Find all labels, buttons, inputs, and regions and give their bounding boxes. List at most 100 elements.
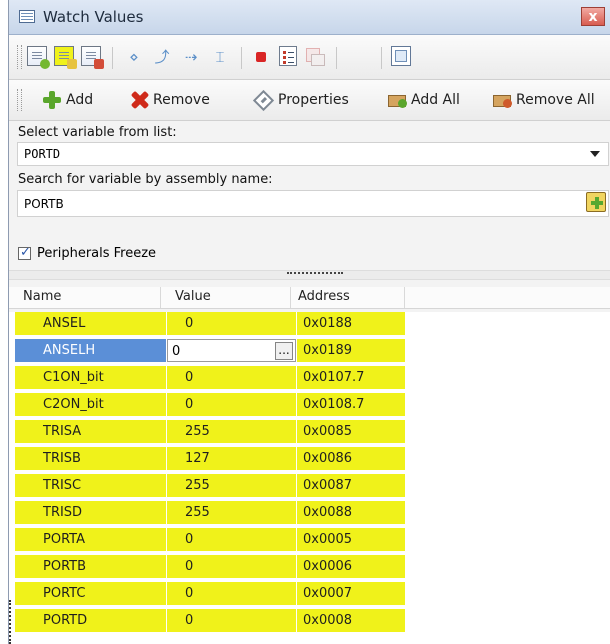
toolbar-separator [112, 47, 113, 69]
panel-icon[interactable] [391, 46, 411, 66]
value-cell[interactable]: 0 [167, 582, 296, 605]
name-cell[interactable]: C2ON_bit [15, 393, 166, 416]
search-variable-input[interactable]: PORTB [17, 190, 609, 217]
value-cell[interactable]: 255 [167, 501, 296, 524]
value-editor-ellipsis-button[interactable]: ... [275, 342, 293, 360]
name-cell[interactable]: TRISA [15, 420, 166, 443]
resize-grip-icon[interactable] [9, 600, 13, 644]
value-editor-text[interactable]: 0 [172, 344, 180, 359]
toolbar-grip[interactable] [17, 45, 22, 69]
run-to-cursor-icon[interactable]: ⇢ [179, 47, 203, 67]
table-row[interactable]: TRISC 255 0x0087 [15, 474, 405, 497]
document-add-icon[interactable] [27, 46, 50, 69]
name-cell[interactable]: PORTB [15, 555, 166, 578]
name-cell[interactable]: PORTA [15, 528, 166, 551]
document-edit-icon[interactable] [54, 46, 77, 69]
value-cell[interactable]: 0 [167, 528, 296, 551]
address-cell[interactable]: 0x0005 [297, 528, 405, 551]
step-into-icon[interactable]: ⋄ [122, 47, 146, 67]
table-row[interactable]: TRISA 255 0x0085 [15, 420, 405, 443]
table-row[interactable]: C1ON_bit 0 0x0107.7 [15, 366, 405, 389]
select-variable-label: Select variable from list: [18, 125, 177, 140]
column-separator[interactable] [160, 287, 161, 308]
table-row-selected[interactable]: ANSELH 0 ... 0x0189 [15, 339, 405, 362]
name-cell[interactable]: C1ON_bit [15, 366, 166, 389]
table-row[interactable]: C2ON_bit 0 0x0108.7 [15, 393, 405, 416]
address-cell[interactable]: 0x0088 [297, 501, 405, 524]
table-row[interactable]: TRISD 255 0x0088 [15, 501, 405, 524]
selected-variable: PORTD [24, 147, 61, 161]
properties-icon [252, 89, 275, 112]
splitter-grip-icon[interactable] [287, 272, 343, 277]
name-cell[interactable]: ANSELH [15, 339, 166, 362]
list-icon[interactable] [279, 46, 297, 66]
value-cell[interactable]: 0 [167, 609, 296, 632]
table-row[interactable]: PORTD 0 0x0008 [15, 609, 405, 632]
add-button[interactable]: Add [42, 89, 120, 111]
address-cell[interactable]: 0x0085 [297, 420, 405, 443]
window-title: Watch Values [43, 8, 144, 26]
value-cell[interactable]: 127 [167, 447, 296, 470]
remove-all-button[interactable]: Remove All [492, 89, 610, 111]
address-cell[interactable]: 0x0189 [297, 339, 405, 362]
value-cell[interactable]: 255 [167, 420, 296, 443]
value-column-header[interactable]: Value [175, 289, 211, 304]
value-cell[interactable]: 0 [167, 366, 296, 389]
value-editor[interactable]: 0 ... [167, 339, 296, 362]
address-cell[interactable]: 0x0086 [297, 447, 405, 470]
remove-x-icon [129, 91, 149, 109]
toolbar-separator [336, 47, 337, 69]
table-row[interactable]: TRISB 127 0x0086 [15, 447, 405, 470]
add-all-button[interactable]: Add All [387, 89, 487, 111]
address-cell[interactable]: 0x0107.7 [297, 366, 405, 389]
stop-icon[interactable] [256, 52, 266, 62]
address-cell[interactable]: 0x0008 [297, 609, 405, 632]
dropdown-arrow-icon[interactable] [590, 151, 600, 157]
name-cell[interactable]: PORTD [15, 609, 166, 632]
name-cell[interactable]: TRISC [15, 474, 166, 497]
search-variable-label: Search for variable by assembly name: [18, 172, 273, 187]
value-cell[interactable]: 0 [167, 555, 296, 578]
properties-button[interactable]: Properties [252, 89, 378, 112]
table-row[interactable]: PORTB 0 0x0006 [15, 555, 405, 578]
column-separator[interactable] [404, 287, 405, 308]
jump-to-icon[interactable]: ⌶ [208, 47, 232, 67]
address-cell[interactable]: 0x0006 [297, 555, 405, 578]
add-all-icon [387, 91, 407, 109]
clear-breakpoints-icon[interactable] [305, 46, 325, 66]
name-cell[interactable]: PORTC [15, 582, 166, 605]
plus-icon [42, 91, 62, 109]
toolbar-grip[interactable] [17, 89, 22, 111]
column-separator[interactable] [290, 287, 291, 308]
watch-grid-rows: ANSEL 0 0x0188 ANSELH 0 ... 0x0189 C1ON_… [9, 312, 610, 644]
address-cell[interactable]: 0x0188 [297, 312, 405, 335]
value-cell[interactable]: 0 [167, 312, 296, 335]
step-over-icon[interactable]: ⤴ [150, 47, 174, 67]
address-column-header[interactable]: Address [298, 289, 350, 304]
document-delete-icon[interactable] [81, 46, 104, 69]
toolbar-separator [381, 47, 382, 69]
variable-dropdown[interactable]: PORTD [17, 142, 609, 166]
table-row[interactable]: PORTA 0 0x0005 [15, 528, 405, 551]
address-cell[interactable]: 0x0108.7 [297, 393, 405, 416]
name-column-header[interactable]: Name [23, 289, 61, 304]
name-cell[interactable]: TRISB [15, 447, 166, 470]
address-cell[interactable]: 0x0007 [297, 582, 405, 605]
watch-grid-header: Name Value Address [9, 287, 610, 309]
name-cell[interactable]: TRISD [15, 501, 166, 524]
name-cell[interactable]: ANSEL [15, 312, 166, 335]
variable-selection-area: Select variable from list: PORTD Search … [9, 121, 610, 270]
splitter-bar[interactable] [9, 270, 610, 280]
address-cell[interactable]: 0x0087 [297, 474, 405, 497]
value-cell[interactable]: 255 [167, 474, 296, 497]
table-row[interactable]: ANSEL 0 0x0188 [15, 312, 405, 335]
watch-toolbar: Add Remove Properties Add All Remove All [9, 80, 610, 121]
close-button[interactable]: x [581, 7, 605, 26]
watch-window-icon [19, 10, 35, 23]
remove-button[interactable]: Remove [129, 89, 243, 111]
table-row[interactable]: PORTC 0 0x0007 [15, 582, 405, 605]
add-search-result-icon[interactable] [586, 192, 606, 212]
value-cell[interactable]: 0 [167, 393, 296, 416]
watch-values-window: Watch Values x ⋄ ⤴ ⇢ ⌶ Add Remove Proper… [8, 0, 610, 644]
peripherals-freeze-checkbox[interactable] [18, 245, 31, 260]
